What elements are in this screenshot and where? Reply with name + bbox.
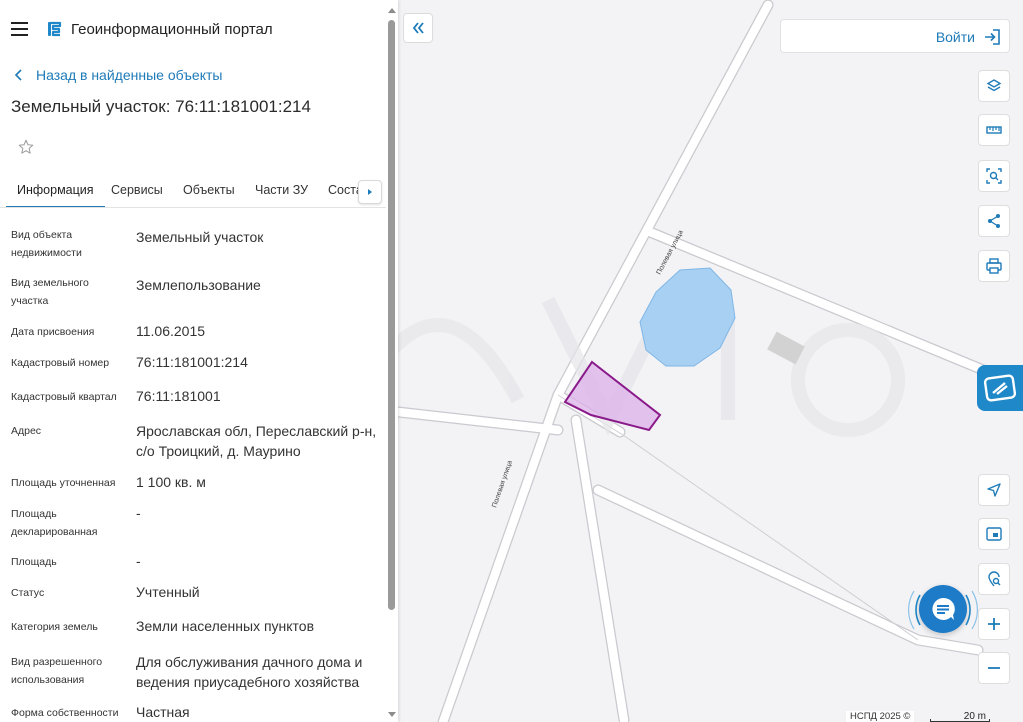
info-label: Форма собственности xyxy=(11,707,119,719)
print-button[interactable] xyxy=(978,250,1010,282)
info-label: Площадь уточненная xyxy=(11,477,116,489)
info-value: 1 100 кв. м xyxy=(136,474,206,490)
info-value: Для обслуживания дачного дома и ведения … xyxy=(136,654,363,690)
minimap-icon xyxy=(986,527,1002,541)
info-label: Кадастровый номер xyxy=(11,357,110,369)
info-value: Учтенный xyxy=(136,584,200,600)
login-icon xyxy=(985,29,1000,45)
share-icon xyxy=(988,214,1000,228)
info-label: Адрес xyxy=(11,425,42,437)
tab-objects[interactable]: Объекты xyxy=(183,172,235,207)
collapse-panel-button[interactable] xyxy=(403,13,433,43)
info-label: Площадь xyxy=(11,556,57,568)
ruler-button[interactable] xyxy=(978,114,1010,146)
portal-title: Геоинформационный портал xyxy=(71,21,273,38)
info-label: Площадь декларированная xyxy=(11,508,98,538)
tab-services[interactable]: Сервисы xyxy=(111,172,163,207)
info-value: 11.06.2015 xyxy=(136,323,206,339)
double-chevron-left-icon xyxy=(412,22,424,34)
plus-icon xyxy=(988,618,1000,630)
layers-button[interactable] xyxy=(978,70,1010,102)
login-label: Войти xyxy=(935,29,975,45)
portal-logo-icon xyxy=(48,21,62,37)
object-info-panel: Геоинформационный портал Назад в найденн… xyxy=(0,0,398,722)
info-value: - xyxy=(136,505,141,521)
panel-scrollbar[interactable] xyxy=(386,8,398,722)
locate-arrow-icon xyxy=(987,483,1001,497)
tab-parts[interactable]: Части ЗУ xyxy=(255,172,308,207)
chevron-left-icon xyxy=(14,69,22,81)
menu-icon[interactable] xyxy=(11,22,28,36)
map-scale: 20 m xyxy=(930,711,990,722)
info-value: Частная xyxy=(136,704,190,720)
tabs-scroll-right-button[interactable] xyxy=(358,180,382,204)
info-label: Кадастровый квартал xyxy=(11,391,117,403)
info-label: Дата присвоения xyxy=(11,326,95,338)
back-link-label: Назад в найденные объекты xyxy=(36,67,223,83)
share-button[interactable] xyxy=(978,205,1010,237)
chat-button[interactable] xyxy=(919,585,967,633)
object-tabs: Информация Сервисы Объекты Части ЗУ Сост… xyxy=(0,172,386,208)
info-value: Ярославская обл, Переславский р-н, с/о Т… xyxy=(136,423,377,459)
header-bar: Войти xyxy=(780,19,1010,53)
info-value: 76:11:181001 xyxy=(136,388,221,404)
info-value: Земельный участок xyxy=(136,229,264,245)
object-title: Земельный участок: 76:11:181001:214 xyxy=(11,97,311,116)
favorite-button[interactable] xyxy=(9,131,43,163)
info-value: 76:11:181001:214 xyxy=(136,354,248,370)
info-label: Вид разрешенного использования xyxy=(11,656,103,686)
scroll-down-arrow[interactable] xyxy=(388,712,396,717)
caret-right-icon xyxy=(368,189,372,195)
info-label: Вид объекта недвижимости xyxy=(11,229,82,259)
zoom-in-button[interactable] xyxy=(978,608,1010,640)
nspd-button[interactable] xyxy=(977,365,1023,411)
scroll-thumb[interactable] xyxy=(388,20,395,610)
top-bar: Геоинформационный портал xyxy=(0,0,398,58)
scroll-up-arrow[interactable] xyxy=(388,8,396,13)
minimap-button[interactable] xyxy=(978,518,1010,550)
geo-search-button[interactable] xyxy=(978,563,1010,595)
info-label: Категория земель xyxy=(11,621,98,633)
back-to-results-link[interactable]: Назад в найденные объекты xyxy=(11,64,222,86)
info-label: Вид земельного участка xyxy=(11,277,89,307)
tab-info[interactable]: Информация xyxy=(6,172,105,207)
login-button[interactable]: Войти xyxy=(936,26,1001,48)
ruler-icon xyxy=(986,126,1002,134)
print-icon xyxy=(986,258,1002,274)
nspd-logo-icon xyxy=(983,374,1017,402)
zoom-out-button[interactable] xyxy=(978,652,1010,684)
search-area-icon xyxy=(986,168,1002,184)
info-value: Земли населенных пунктов xyxy=(136,618,315,634)
map-attribution[interactable]: НСПД 2025 © xyxy=(846,711,915,722)
star-icon xyxy=(18,139,34,154)
layers-icon xyxy=(986,79,1002,92)
geo-search-icon xyxy=(988,571,1001,587)
minus-icon xyxy=(988,667,1000,669)
info-value: - xyxy=(136,553,141,569)
info-value: Землепользование xyxy=(136,277,261,293)
search-area-button[interactable] xyxy=(978,160,1010,192)
locate-button[interactable] xyxy=(978,474,1010,506)
info-label: Статус xyxy=(11,587,45,599)
chat-icon xyxy=(932,597,955,620)
